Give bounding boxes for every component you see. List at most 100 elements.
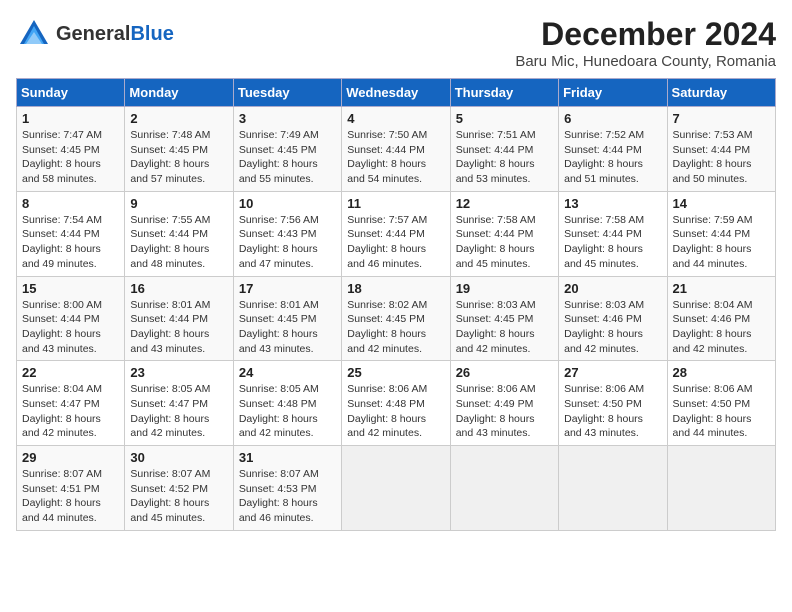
day-number: 14: [673, 196, 770, 211]
calendar-day-cell: 27 Sunrise: 8:06 AM Sunset: 4:50 PM Dayl…: [559, 361, 667, 446]
sunrise-label: Sunrise: 8:04 AM: [22, 383, 102, 395]
day-number: 8: [22, 196, 119, 211]
sunrise-label: Sunrise: 7:50 AM: [347, 129, 427, 141]
calendar-week-row: 8 Sunrise: 7:54 AM Sunset: 4:44 PM Dayli…: [17, 191, 776, 276]
sunset-label: Sunset: 4:44 PM: [130, 313, 208, 325]
daylight-label: Daylight: 8 hours and 51 minutes.: [564, 158, 643, 185]
day-number: 20: [564, 281, 661, 296]
day-number: 28: [673, 365, 770, 380]
sunset-label: Sunset: 4:44 PM: [456, 228, 534, 240]
calendar-header-row: SundayMondayTuesdayWednesdayThursdayFrid…: [17, 79, 776, 107]
daylight-label: Daylight: 8 hours and 44 minutes.: [673, 413, 752, 440]
day-info: Sunrise: 7:51 AM Sunset: 4:44 PM Dayligh…: [456, 128, 553, 187]
sunset-label: Sunset: 4:47 PM: [22, 398, 100, 410]
day-info: Sunrise: 8:03 AM Sunset: 4:46 PM Dayligh…: [564, 298, 661, 357]
day-info: Sunrise: 8:07 AM Sunset: 4:52 PM Dayligh…: [130, 467, 227, 526]
day-number: 15: [22, 281, 119, 296]
daylight-label: Daylight: 8 hours and 46 minutes.: [347, 243, 426, 270]
day-number: 30: [130, 450, 227, 465]
calendar-day-cell: 30 Sunrise: 8:07 AM Sunset: 4:52 PM Dayl…: [125, 446, 233, 531]
daylight-label: Daylight: 8 hours and 42 minutes.: [239, 413, 318, 440]
calendar-day-cell: 4 Sunrise: 7:50 AM Sunset: 4:44 PM Dayli…: [342, 107, 450, 192]
day-number: 26: [456, 365, 553, 380]
sunrise-label: Sunrise: 8:00 AM: [22, 299, 102, 311]
sunrise-label: Sunrise: 8:07 AM: [130, 468, 210, 480]
daylight-label: Daylight: 8 hours and 54 minutes.: [347, 158, 426, 185]
calendar-week-row: 22 Sunrise: 8:04 AM Sunset: 4:47 PM Dayl…: [17, 361, 776, 446]
calendar-day-cell: [450, 446, 558, 531]
sunrise-label: Sunrise: 7:48 AM: [130, 129, 210, 141]
sunrise-label: Sunrise: 7:56 AM: [239, 214, 319, 226]
calendar-day-cell: 28 Sunrise: 8:06 AM Sunset: 4:50 PM Dayl…: [667, 361, 775, 446]
sunrise-label: Sunrise: 7:58 AM: [456, 214, 536, 226]
calendar-day-cell: 13 Sunrise: 7:58 AM Sunset: 4:44 PM Dayl…: [559, 191, 667, 276]
sunrise-label: Sunrise: 7:58 AM: [564, 214, 644, 226]
calendar-day-cell: 20 Sunrise: 8:03 AM Sunset: 4:46 PM Dayl…: [559, 276, 667, 361]
day-number: 18: [347, 281, 444, 296]
calendar-day-cell: 1 Sunrise: 7:47 AM Sunset: 4:45 PM Dayli…: [17, 107, 125, 192]
calendar-week-row: 1 Sunrise: 7:47 AM Sunset: 4:45 PM Dayli…: [17, 107, 776, 192]
daylight-label: Daylight: 8 hours and 48 minutes.: [130, 243, 209, 270]
sunset-label: Sunset: 4:45 PM: [130, 144, 208, 156]
day-of-week-header: Friday: [559, 79, 667, 107]
sunset-label: Sunset: 4:47 PM: [130, 398, 208, 410]
day-info: Sunrise: 7:57 AM Sunset: 4:44 PM Dayligh…: [347, 213, 444, 272]
daylight-label: Daylight: 8 hours and 44 minutes.: [22, 497, 101, 524]
sunset-label: Sunset: 4:45 PM: [347, 313, 425, 325]
sunrise-label: Sunrise: 7:47 AM: [22, 129, 102, 141]
sunrise-label: Sunrise: 7:52 AM: [564, 129, 644, 141]
day-of-week-header: Thursday: [450, 79, 558, 107]
day-number: 7: [673, 111, 770, 126]
day-info: Sunrise: 7:47 AM Sunset: 4:45 PM Dayligh…: [22, 128, 119, 187]
calendar-day-cell: 26 Sunrise: 8:06 AM Sunset: 4:49 PM Dayl…: [450, 361, 558, 446]
day-info: Sunrise: 7:52 AM Sunset: 4:44 PM Dayligh…: [564, 128, 661, 187]
day-info: Sunrise: 8:07 AM Sunset: 4:51 PM Dayligh…: [22, 467, 119, 526]
day-number: 17: [239, 281, 336, 296]
daylight-label: Daylight: 8 hours and 45 minutes.: [564, 243, 643, 270]
calendar-day-cell: 31 Sunrise: 8:07 AM Sunset: 4:53 PM Dayl…: [233, 446, 341, 531]
day-info: Sunrise: 7:59 AM Sunset: 4:44 PM Dayligh…: [673, 213, 770, 272]
logo-blue: Blue: [130, 23, 173, 45]
day-number: 22: [22, 365, 119, 380]
day-number: 31: [239, 450, 336, 465]
calendar-day-cell: 12 Sunrise: 7:58 AM Sunset: 4:44 PM Dayl…: [450, 191, 558, 276]
sunset-label: Sunset: 4:45 PM: [456, 313, 534, 325]
daylight-label: Daylight: 8 hours and 55 minutes.: [239, 158, 318, 185]
day-number: 16: [130, 281, 227, 296]
daylight-label: Daylight: 8 hours and 44 minutes.: [673, 243, 752, 270]
day-info: Sunrise: 7:49 AM Sunset: 4:45 PM Dayligh…: [239, 128, 336, 187]
daylight-label: Daylight: 8 hours and 47 minutes.: [239, 243, 318, 270]
sunrise-label: Sunrise: 8:06 AM: [564, 383, 644, 395]
calendar-day-cell: 29 Sunrise: 8:07 AM Sunset: 4:51 PM Dayl…: [17, 446, 125, 531]
sunset-label: Sunset: 4:44 PM: [564, 228, 642, 240]
daylight-label: Daylight: 8 hours and 43 minutes.: [239, 328, 318, 355]
sunset-label: Sunset: 4:43 PM: [239, 228, 317, 240]
sunrise-label: Sunrise: 8:05 AM: [239, 383, 319, 395]
calendar-day-cell: [342, 446, 450, 531]
sunrise-label: Sunrise: 7:57 AM: [347, 214, 427, 226]
sunrise-label: Sunrise: 8:07 AM: [239, 468, 319, 480]
calendar-week-row: 15 Sunrise: 8:00 AM Sunset: 4:44 PM Dayl…: [17, 276, 776, 361]
daylight-label: Daylight: 8 hours and 42 minutes.: [347, 328, 426, 355]
sunset-label: Sunset: 4:44 PM: [456, 144, 534, 156]
day-number: 12: [456, 196, 553, 211]
calendar-day-cell: 7 Sunrise: 7:53 AM Sunset: 4:44 PM Dayli…: [667, 107, 775, 192]
sunrise-label: Sunrise: 8:06 AM: [347, 383, 427, 395]
day-of-week-header: Sunday: [17, 79, 125, 107]
day-info: Sunrise: 7:58 AM Sunset: 4:44 PM Dayligh…: [564, 213, 661, 272]
page-subtitle: Baru Mic, Hunedoara County, Romania: [515, 53, 776, 70]
day-info: Sunrise: 7:54 AM Sunset: 4:44 PM Dayligh…: [22, 213, 119, 272]
daylight-label: Daylight: 8 hours and 53 minutes.: [456, 158, 535, 185]
sunrise-label: Sunrise: 7:53 AM: [673, 129, 753, 141]
day-number: 6: [564, 111, 661, 126]
day-of-week-header: Monday: [125, 79, 233, 107]
day-of-week-header: Saturday: [667, 79, 775, 107]
daylight-label: Daylight: 8 hours and 50 minutes.: [673, 158, 752, 185]
sunrise-label: Sunrise: 8:06 AM: [456, 383, 536, 395]
sunset-label: Sunset: 4:51 PM: [22, 483, 100, 495]
sunset-label: Sunset: 4:50 PM: [673, 398, 751, 410]
calendar-day-cell: 23 Sunrise: 8:05 AM Sunset: 4:47 PM Dayl…: [125, 361, 233, 446]
calendar-day-cell: 9 Sunrise: 7:55 AM Sunset: 4:44 PM Dayli…: [125, 191, 233, 276]
sunset-label: Sunset: 4:44 PM: [564, 144, 642, 156]
sunset-label: Sunset: 4:50 PM: [564, 398, 642, 410]
